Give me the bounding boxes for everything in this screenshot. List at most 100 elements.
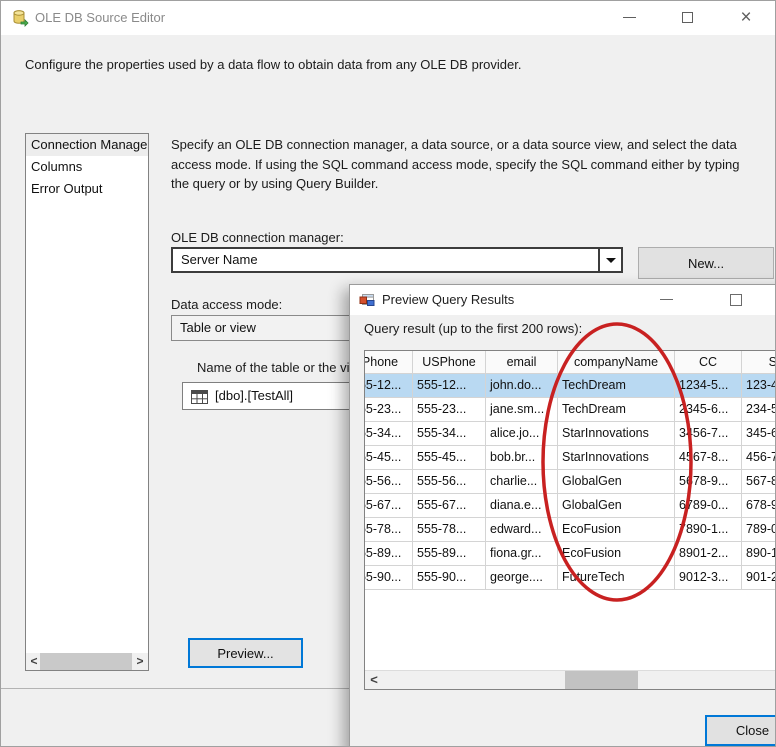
close-preview-button[interactable]: Close: [705, 715, 776, 746]
page-instructions: Specify an OLE DB connection manager, a …: [171, 135, 756, 194]
grid-cell[interactable]: 901-23...: [742, 566, 776, 590]
grid-cell[interactable]: 555-23...: [364, 398, 413, 422]
close-icon: ×: [740, 8, 751, 27]
grid-cell[interactable]: george....: [486, 566, 558, 590]
grid-header-cell[interactable]: USPhone: [413, 351, 486, 374]
grid-cell[interactable]: 555-78...: [364, 518, 413, 542]
connection-manager-dropdown-button[interactable]: [598, 249, 621, 271]
grid-row[interactable]: 555-34...555-34...alice.jo...StarInnovat…: [364, 422, 776, 446]
grid-row[interactable]: 555-89...555-89...fiona.gr...EcoFusion89…: [364, 542, 776, 566]
grid-cell[interactable]: TechDream: [558, 374, 675, 398]
preview-maximize-button[interactable]: [720, 285, 752, 314]
minimize-button[interactable]: [612, 1, 646, 33]
grid-cell[interactable]: 6789-0...: [675, 494, 742, 518]
grid-header-cell[interactable]: SSN: [742, 351, 776, 374]
minimize-icon: [660, 299, 673, 300]
grid-cell[interactable]: 555-56...: [413, 470, 486, 494]
grid-cell[interactable]: 234-56...: [742, 398, 776, 422]
grid-cell[interactable]: 555-12...: [413, 374, 486, 398]
grid-cell[interactable]: GlobalGen: [558, 470, 675, 494]
table-name-label: Name of the table or the view:: [197, 360, 370, 375]
grid-cell[interactable]: 555-45...: [364, 446, 413, 470]
grid-row[interactable]: 555-12...555-12...john.do...TechDream123…: [364, 374, 776, 398]
grid-cell[interactable]: edward...: [486, 518, 558, 542]
minimize-icon: [623, 17, 636, 18]
grid-cell[interactable]: bob.br...: [486, 446, 558, 470]
grid-cell[interactable]: 123-45...: [742, 374, 776, 398]
grid-row[interactable]: 555-90...555-90...george....FutureTech90…: [364, 566, 776, 590]
grid-cell[interactable]: TechDream: [558, 398, 675, 422]
grid-row[interactable]: 555-45...555-45...bob.br...StarInnovatio…: [364, 446, 776, 470]
close-button[interactable]: ×: [729, 1, 763, 33]
preview-minimize-button[interactable]: [650, 285, 682, 314]
grid-cell[interactable]: EcoFusion: [558, 518, 675, 542]
grid-header-cell[interactable]: companyName: [558, 351, 675, 374]
grid-cell[interactable]: 555-90...: [364, 566, 413, 590]
scroll-left-icon[interactable]: <: [365, 671, 383, 689]
pages-listbox: Connection Manager Columns Error Output …: [25, 133, 149, 671]
grid-cell[interactable]: 555-78...: [413, 518, 486, 542]
grid-cell[interactable]: 555-89...: [413, 542, 486, 566]
sidebar-scrollbar-thumb[interactable]: [40, 653, 132, 670]
grid-cell[interactable]: fiona.gr...: [486, 542, 558, 566]
grid-cell[interactable]: 345-67...: [742, 422, 776, 446]
preview-dialog-title: Preview Query Results: [382, 292, 514, 307]
grid-cell[interactable]: 555-90...: [413, 566, 486, 590]
dialog-description: Configure the properties used by a data …: [25, 57, 755, 72]
grid-cell[interactable]: FutureTech: [558, 566, 675, 590]
grid-cell[interactable]: 7890-1...: [675, 518, 742, 542]
grid-cell[interactable]: 3456-7...: [675, 422, 742, 446]
new-connection-button[interactable]: New...: [638, 247, 774, 279]
grid-horizontal-scrollbar[interactable]: <: [365, 670, 776, 689]
grid-cell[interactable]: 555-67...: [413, 494, 486, 518]
grid-scrollbar-thumb[interactable]: [565, 671, 638, 689]
grid-cell[interactable]: 555-45...: [413, 446, 486, 470]
grid-cell[interactable]: 9012-3...: [675, 566, 742, 590]
grid-cell[interactable]: 2345-6...: [675, 398, 742, 422]
grid-row[interactable]: 555-78...555-78...edward...EcoFusion7890…: [364, 518, 776, 542]
sidebar-item-error-output[interactable]: Error Output: [26, 178, 148, 200]
grid-inner: PhoneUSPhoneemailcompanyNameCCSSN555-12.…: [364, 351, 776, 590]
grid-row[interactable]: 555-67...555-67...diana.e...GlobalGen678…: [364, 494, 776, 518]
grid-cell[interactable]: 555-56...: [364, 470, 413, 494]
grid-header-cell[interactable]: Phone: [364, 351, 413, 374]
grid-cell[interactable]: 555-34...: [364, 422, 413, 446]
grid-cell[interactable]: 5678-9...: [675, 470, 742, 494]
grid-cell[interactable]: EcoFusion: [558, 542, 675, 566]
grid-row[interactable]: 555-56...555-56...charlie...GlobalGen567…: [364, 470, 776, 494]
grid-cell[interactable]: 555-67...: [364, 494, 413, 518]
grid-cell[interactable]: charlie...: [486, 470, 558, 494]
query-results-grid: PhoneUSPhoneemailcompanyNameCCSSN555-12.…: [364, 350, 776, 690]
grid-cell[interactable]: 456-78...: [742, 446, 776, 470]
grid-cell[interactable]: john.do...: [486, 374, 558, 398]
sidebar-item-connection-manager[interactable]: Connection Manager: [26, 134, 148, 156]
grid-cell[interactable]: alice.jo...: [486, 422, 558, 446]
grid-cell[interactable]: 567-89...: [742, 470, 776, 494]
scroll-right-icon[interactable]: >: [132, 653, 148, 670]
grid-cell[interactable]: 555-34...: [413, 422, 486, 446]
grid-cell[interactable]: 4567-8...: [675, 446, 742, 470]
grid-cell[interactable]: 555-89...: [364, 542, 413, 566]
preview-button[interactable]: Preview...: [188, 638, 303, 668]
grid-cell[interactable]: 678-90...: [742, 494, 776, 518]
connection-manager-combobox[interactable]: Server Name: [171, 247, 623, 273]
sidebar-horizontal-scrollbar[interactable]: < >: [26, 653, 148, 670]
grid-cell[interactable]: 789-01...: [742, 518, 776, 542]
grid-header-cell[interactable]: email: [486, 351, 558, 374]
grid-cell[interactable]: diana.e...: [486, 494, 558, 518]
grid-cell[interactable]: GlobalGen: [558, 494, 675, 518]
maximize-button[interactable]: [670, 1, 704, 33]
grid-cell[interactable]: 555-12...: [364, 374, 413, 398]
grid-cell[interactable]: jane.sm...: [486, 398, 558, 422]
maximize-icon: [730, 294, 742, 306]
grid-cell[interactable]: StarInnovations: [558, 422, 675, 446]
grid-cell[interactable]: 890-12...: [742, 542, 776, 566]
grid-header-cell[interactable]: CC: [675, 351, 742, 374]
grid-cell[interactable]: 8901-2...: [675, 542, 742, 566]
grid-cell[interactable]: 1234-5...: [675, 374, 742, 398]
grid-cell[interactable]: 555-23...: [413, 398, 486, 422]
sidebar-item-columns[interactable]: Columns: [26, 156, 148, 178]
grid-cell[interactable]: StarInnovations: [558, 446, 675, 470]
maximize-icon: [682, 12, 693, 23]
grid-row[interactable]: 555-23...555-23...jane.sm...TechDream234…: [364, 398, 776, 422]
